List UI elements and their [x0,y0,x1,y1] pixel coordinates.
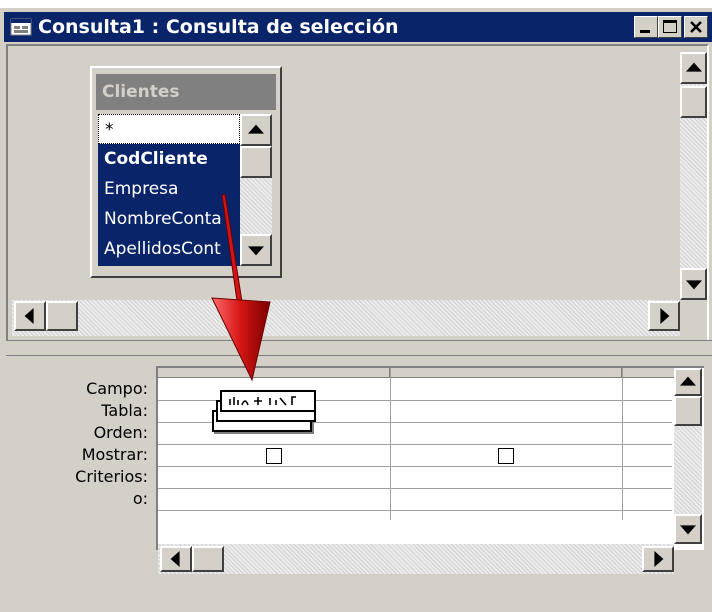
column-selector-3[interactable] [622,368,682,378]
mostrar-checkbox-2[interactable] [498,448,514,464]
table-pane-scroll-down-button[interactable] [680,268,707,300]
grid-line [158,444,672,445]
arrow-down-icon [680,525,696,535]
row-label-orden: Orden: [93,423,148,442]
arrow-up-icon [685,62,702,72]
arrow-right-icon [660,308,670,324]
query-window-icon[interactable] [10,18,32,36]
table-pane-scroll-up-button[interactable] [680,52,707,84]
grid-scroll-down-button[interactable] [674,514,702,544]
minimize-button[interactable] [634,16,658,38]
table-pane-scroll-thumb[interactable] [680,86,707,118]
pane-splitter[interactable] [6,340,712,356]
table-pane-hscroll-thumb[interactable] [46,301,78,331]
grid-line [622,368,623,520]
grid-scroll-right-button[interactable] [642,546,674,572]
drag-field-icon [212,390,316,434]
row-label-mostrar: Mostrar: [81,445,148,464]
field-list-item-all[interactable]: * [98,114,240,144]
drag-arrow [211,193,271,382]
row-label-criterios: Criterios: [75,467,148,486]
campo-cell-2[interactable] [390,378,622,400]
arrow-left-icon [24,308,34,324]
grid-scroll-left-button[interactable] [160,546,192,572]
table-pane-scroll-left-button[interactable] [14,301,46,331]
window-title: Consulta1 : Consulta de selección [38,16,399,38]
grid-line [158,488,672,489]
maximize-button[interactable] [658,16,682,38]
maximize-icon [663,20,677,33]
close-button[interactable] [684,16,708,38]
grid-horizontal-scrollbar[interactable] [158,544,674,574]
grid-scroll-up-button[interactable] [674,368,702,396]
row-label-campo: Campo: [86,379,148,398]
column-selector-2[interactable] [390,368,622,378]
arrow-down-icon [685,280,702,290]
arrow-up-icon [680,376,696,386]
field-list-item-codcliente[interactable]: CodCliente [98,144,240,174]
table-pane-size-box [680,300,707,336]
table-pane-horizontal-scrollbar[interactable] [12,300,680,336]
arrow-left-icon [170,551,180,567]
row-label-tabla: Tabla: [101,401,148,420]
close-icon [690,21,702,33]
grid-hscroll-thumb[interactable] [192,546,224,572]
field-list-scroll-thumb[interactable] [240,146,272,178]
table-pane-scroll-right-button[interactable] [648,301,680,331]
grid-line [158,466,672,467]
arrow-up-icon [248,124,264,134]
minimize-icon [640,30,650,33]
mostrar-checkbox-1[interactable] [266,448,282,464]
row-label-o: o: [132,489,148,508]
grid-line [158,510,672,511]
field-list-scroll-up-button[interactable] [240,114,272,146]
arrow-right-icon [654,551,664,567]
grid-scroll-thumb[interactable] [674,396,702,426]
field-list-title[interactable]: Clientes [96,74,276,110]
